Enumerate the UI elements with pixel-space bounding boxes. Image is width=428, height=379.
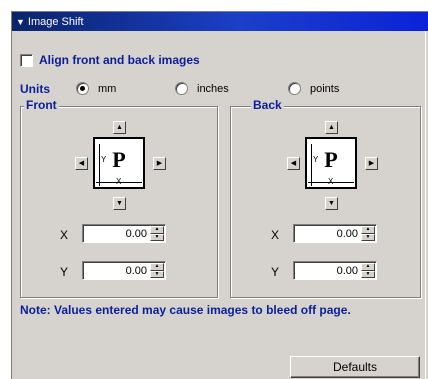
back-x-value[interactable]: 0.00 — [337, 228, 358, 240]
back-y-field[interactable]: 0.00 ▲ ▼ — [293, 261, 377, 280]
front-y-axis-label: Y — [101, 155, 107, 164]
front-y-value[interactable]: 0.00 — [126, 265, 147, 277]
triangle-down-icon: ▼ — [116, 200, 123, 207]
front-y-field[interactable]: 0.00 ▲ ▼ — [82, 261, 166, 280]
back-shift-up-button[interactable]: ▲ — [325, 121, 338, 134]
radio-mm[interactable] — [76, 82, 89, 95]
back-x-field[interactable]: 0.00 ▲ ▼ — [293, 224, 377, 243]
back-shift-left-button[interactable]: ◀ — [287, 157, 300, 170]
triangle-left-icon: ◀ — [290, 160, 297, 167]
front-y-increment[interactable]: ▲ — [150, 263, 164, 271]
front-x-field[interactable]: 0.00 ▲ ▼ — [82, 224, 166, 243]
back-y-spinner[interactable]: ▲ ▼ — [361, 263, 375, 278]
front-group-title: Front — [24, 98, 59, 112]
back-x-axis-label: X — [328, 177, 334, 186]
radio-points[interactable] — [288, 82, 301, 95]
spin-up-icon: ▲ — [154, 226, 160, 233]
back-group-title: Back — [251, 98, 284, 112]
triangle-up-icon: ▲ — [328, 124, 335, 131]
triangle-down-icon: ▼ — [328, 200, 335, 207]
spin-up-icon: ▲ — [154, 263, 160, 270]
back-x-spinner[interactable]: ▲ ▼ — [361, 226, 375, 241]
front-y-axis-line — [99, 144, 100, 186]
back-y-label: Y — [271, 265, 280, 279]
front-shift-right-button[interactable]: ▶ — [153, 157, 166, 170]
spin-down-icon: ▼ — [365, 233, 371, 240]
align-images-checkbox[interactable] — [20, 53, 33, 67]
back-group: Back ▲ ◀ ▶ ▼ P Y X X 0.00 ▲ ▼ Y 0.00 ▲ ▼ — [230, 98, 421, 298]
triangle-left-icon: ◀ — [78, 160, 85, 167]
defaults-button[interactable]: Defaults — [290, 356, 420, 378]
front-x-increment[interactable]: ▲ — [150, 226, 164, 234]
back-shift-preview: P Y X — [305, 137, 357, 189]
collapse-triangle-icon[interactable]: ▼ — [16, 17, 25, 27]
spin-down-icon: ▼ — [154, 270, 160, 277]
spin-down-icon: ▼ — [365, 270, 371, 277]
bleed-warning-note: Note: Values entered may cause images to… — [20, 303, 351, 317]
back-x-label: X — [271, 228, 280, 242]
front-shift-up-button[interactable]: ▲ — [113, 121, 126, 134]
back-x-decrement[interactable]: ▼ — [361, 233, 375, 241]
back-shift-down-button[interactable]: ▼ — [325, 197, 338, 210]
triangle-right-icon: ▶ — [368, 160, 375, 167]
image-shift-header[interactable]: ▼ Image Shift — [12, 12, 428, 31]
units-radio-points[interactable]: points — [288, 82, 339, 95]
radio-mm-label: mm — [98, 82, 117, 95]
align-images-option[interactable]: Align front and back images — [20, 53, 200, 67]
triangle-up-icon: ▲ — [116, 124, 123, 131]
image-shift-panel: ▼ Image Shift Align front and back image… — [11, 11, 428, 379]
back-x-increment[interactable]: ▲ — [361, 226, 375, 234]
radio-points-label: points — [310, 82, 340, 95]
front-y-decrement[interactable]: ▼ — [150, 270, 164, 278]
units-radio-inches[interactable]: inches — [175, 82, 229, 95]
align-images-label: Align front and back images — [39, 53, 200, 67]
spin-up-icon: ▲ — [365, 226, 371, 233]
units-label: Units — [20, 82, 50, 96]
front-x-decrement[interactable]: ▼ — [150, 233, 164, 241]
panel-title: Image Shift — [27, 15, 84, 28]
back-y-value[interactable]: 0.00 — [337, 265, 358, 277]
triangle-right-icon: ▶ — [156, 160, 163, 167]
front-x-axis-label: X — [116, 177, 122, 186]
front-group: Front ▲ ◀ ▶ ▼ P Y X X 0.00 ▲ ▼ Y 0.00 ▲ … — [20, 98, 218, 298]
back-shift-right-button[interactable]: ▶ — [365, 157, 378, 170]
radio-inches[interactable] — [175, 82, 188, 95]
back-y-axis-label: Y — [313, 155, 319, 164]
front-shift-left-button[interactable]: ◀ — [75, 157, 88, 170]
spin-up-icon: ▲ — [365, 263, 371, 270]
front-shift-preview: P Y X — [93, 137, 145, 189]
front-y-label: Y — [60, 265, 69, 279]
front-x-label: X — [60, 228, 69, 242]
back-y-decrement[interactable]: ▼ — [361, 270, 375, 278]
units-radio-mm[interactable]: mm — [76, 82, 116, 95]
spin-down-icon: ▼ — [154, 233, 160, 240]
back-y-increment[interactable]: ▲ — [361, 263, 375, 271]
front-x-value[interactable]: 0.00 — [126, 228, 147, 240]
radio-inches-label: inches — [197, 82, 229, 95]
back-y-axis-line — [311, 144, 312, 186]
front-y-spinner[interactable]: ▲ ▼ — [150, 263, 164, 278]
front-x-spinner[interactable]: ▲ ▼ — [150, 226, 164, 241]
front-shift-down-button[interactable]: ▼ — [113, 197, 126, 210]
